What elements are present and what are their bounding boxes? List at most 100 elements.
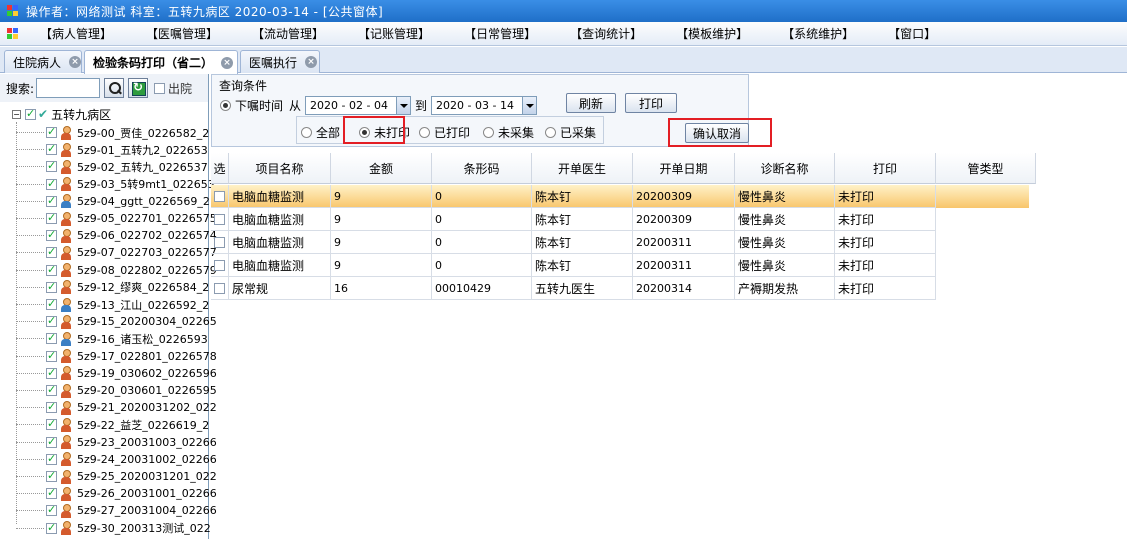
discharge-filter[interactable]: 出院: [154, 80, 192, 97]
status-option-collected[interactable]: 已采集: [545, 124, 596, 141]
order-time-radio[interactable]: [220, 99, 231, 111]
patient-tree-item[interactable]: 5z9-03_5转9mt1_022653: [16, 176, 215, 193]
patient-checkbox[interactable]: [46, 521, 57, 534]
row-checkbox[interactable]: [214, 236, 225, 248]
menu-order-management[interactable]: 【医嘱管理】: [138, 25, 232, 42]
patient-checkbox[interactable]: [46, 228, 57, 242]
row-checkbox[interactable]: [214, 190, 225, 202]
patient-tree-item[interactable]: 5z9-08_022802_0226579: [16, 262, 217, 279]
column-header[interactable]: 条形码: [432, 153, 532, 184]
patient-tree-item[interactable]: 5z9-16_诸玉松_0226593: [16, 330, 208, 347]
patient-checkbox[interactable]: [46, 263, 57, 276]
patient-checkbox[interactable]: [46, 469, 57, 482]
patient-checkbox[interactable]: [46, 349, 57, 362]
table-row[interactable]: 电脑血糖监测 9 0 陈本钉 20200309 慢性鼻炎 未打印: [211, 208, 1029, 231]
chevron-down-icon[interactable]: [396, 96, 411, 114]
patient-checkbox[interactable]: [46, 452, 57, 465]
patient-tree-item[interactable]: 5z9-00_贾佳_0226582_2: [16, 124, 209, 141]
patient-tree-item[interactable]: 5z9-17_022801_0226578: [16, 348, 217, 365]
menu-window[interactable]: 【窗口】: [880, 25, 950, 42]
menu-template-maintenance[interactable]: 【模板维护】: [668, 25, 762, 42]
collapse-icon[interactable]: −: [12, 109, 21, 119]
row-checkbox[interactable]: [214, 282, 225, 294]
column-header[interactable]: 选: [211, 153, 229, 184]
menu-app-icon[interactable]: [4, 25, 22, 43]
to-date-picker[interactable]: 2020 - 03 - 14: [431, 95, 538, 115]
close-icon[interactable]: ×: [69, 56, 81, 68]
patient-checkbox[interactable]: [46, 125, 57, 138]
search-icon[interactable]: [104, 78, 125, 98]
patient-checkbox[interactable]: [46, 400, 57, 414]
patient-checkbox[interactable]: [46, 211, 57, 224]
refresh-button[interactable]: 刷新: [566, 93, 616, 113]
column-header[interactable]: 开单医生: [532, 153, 633, 184]
row-select-cell[interactable]: [211, 185, 229, 208]
row-select-cell[interactable]: [211, 277, 229, 300]
status-option-printed[interactable]: 已打印: [419, 124, 470, 141]
print-button[interactable]: 打印: [625, 93, 677, 113]
patient-tree-item[interactable]: 5z9-23_20031003_02266: [16, 434, 217, 451]
patient-checkbox[interactable]: [46, 177, 57, 190]
patient-checkbox[interactable]: [46, 280, 57, 293]
patient-checkbox[interactable]: [46, 366, 57, 379]
patient-checkbox[interactable]: [46, 245, 57, 259]
patient-tree-item[interactable]: 5z9-07_022703_0226577: [16, 244, 217, 261]
menu-patient-management[interactable]: 【病人管理】: [32, 25, 126, 42]
patient-checkbox[interactable]: [46, 194, 57, 207]
status-radio[interactable]: [301, 127, 312, 138]
table-row[interactable]: 尿常规 16 00010429 五转九医生 20200314 产褥期发热 未打印: [211, 277, 1029, 300]
tab-order-execution[interactable]: 医嘱执行 ×: [240, 50, 320, 73]
patient-tree-item[interactable]: 5z9-06_022702_0226574: [16, 227, 217, 244]
patient-tree-item[interactable]: 5z9-19_030602_0226596: [16, 365, 217, 382]
patient-checkbox[interactable]: [46, 383, 57, 396]
patient-tree-item[interactable]: 5z9-26_20031001_02266: [16, 485, 217, 502]
patient-tree-item[interactable]: 5z9-20_030601_0226595: [16, 382, 217, 399]
patient-tree-item[interactable]: 5z9-22_益芝_0226619_2: [16, 416, 209, 433]
status-option-all[interactable]: 全部: [301, 124, 340, 141]
refresh-icon[interactable]: [128, 78, 149, 98]
row-select-cell[interactable]: [211, 254, 229, 277]
patient-tree-item[interactable]: 5z9-01_五转九2_022653: [16, 141, 208, 158]
menu-daily-management[interactable]: 【日常管理】: [456, 25, 550, 42]
status-radio[interactable]: [483, 127, 494, 138]
menu-flow-management[interactable]: 【流动管理】: [244, 25, 338, 42]
column-header[interactable]: 诊断名称: [735, 153, 835, 184]
close-icon[interactable]: ×: [221, 56, 234, 69]
row-select-cell[interactable]: [211, 231, 229, 254]
close-icon[interactable]: ×: [305, 56, 318, 68]
patient-checkbox[interactable]: [46, 297, 57, 310]
status-option-uncollected[interactable]: 未采集: [483, 124, 534, 141]
tab-lab-barcode-print[interactable]: 检验条码打印（省二） ×: [84, 50, 238, 74]
patient-tree-item[interactable]: 5z9-13_江山_0226592_2: [16, 296, 209, 313]
patient-checkbox[interactable]: [46, 142, 57, 156]
search-input[interactable]: [36, 78, 101, 98]
status-radio[interactable]: [419, 127, 430, 138]
discharge-checkbox[interactable]: [154, 82, 166, 94]
patient-tree-item[interactable]: 5z9-25_2020031201_022: [16, 468, 217, 485]
table-row[interactable]: 电脑血糖监测 9 0 陈本钉 20200311 慢性鼻炎 未打印: [211, 231, 1029, 254]
column-header[interactable]: 项目名称: [229, 153, 331, 184]
patient-checkbox[interactable]: [46, 314, 57, 328]
patient-tree-item[interactable]: 5z9-27_20031004_02266: [16, 502, 217, 519]
patient-tree-item[interactable]: 5z9-30_200313测试_022: [16, 520, 211, 537]
patient-tree-item[interactable]: 5z9-24_20031002_02266: [16, 451, 217, 468]
patient-checkbox[interactable]: [46, 331, 57, 345]
menu-billing-management[interactable]: 【记账管理】: [350, 25, 444, 42]
patient-checkbox[interactable]: [46, 417, 57, 431]
root-checkbox[interactable]: [25, 107, 36, 120]
column-header[interactable]: 金额: [331, 153, 432, 184]
patient-checkbox[interactable]: [46, 486, 57, 500]
row-checkbox[interactable]: [214, 213, 225, 225]
tab-inpatients[interactable]: 住院病人 ×: [4, 50, 82, 73]
status-radio[interactable]: [545, 127, 556, 138]
patient-tree-item[interactable]: 5z9-02_五转九_0226537: [16, 158, 208, 175]
table-row[interactable]: 电脑血糖监测 9 0 陈本钉 20200311 慢性鼻炎 未打印: [211, 254, 1029, 277]
patient-tree-item[interactable]: 5z9-15_20200304_02265: [16, 313, 217, 330]
patient-tree-item[interactable]: 5z9-21_2020031202_022: [16, 399, 217, 416]
menu-system-maintenance[interactable]: 【系统维护】: [774, 25, 868, 42]
menu-query-statistics[interactable]: 【查询统计】: [562, 25, 656, 42]
patient-tree-item[interactable]: 5z9-04_ggtt_0226569_2: [16, 193, 210, 210]
patient-checkbox[interactable]: [46, 503, 57, 517]
from-date-picker[interactable]: 2020 - 02 - 04: [305, 95, 412, 115]
chevron-down-icon[interactable]: [522, 96, 537, 114]
